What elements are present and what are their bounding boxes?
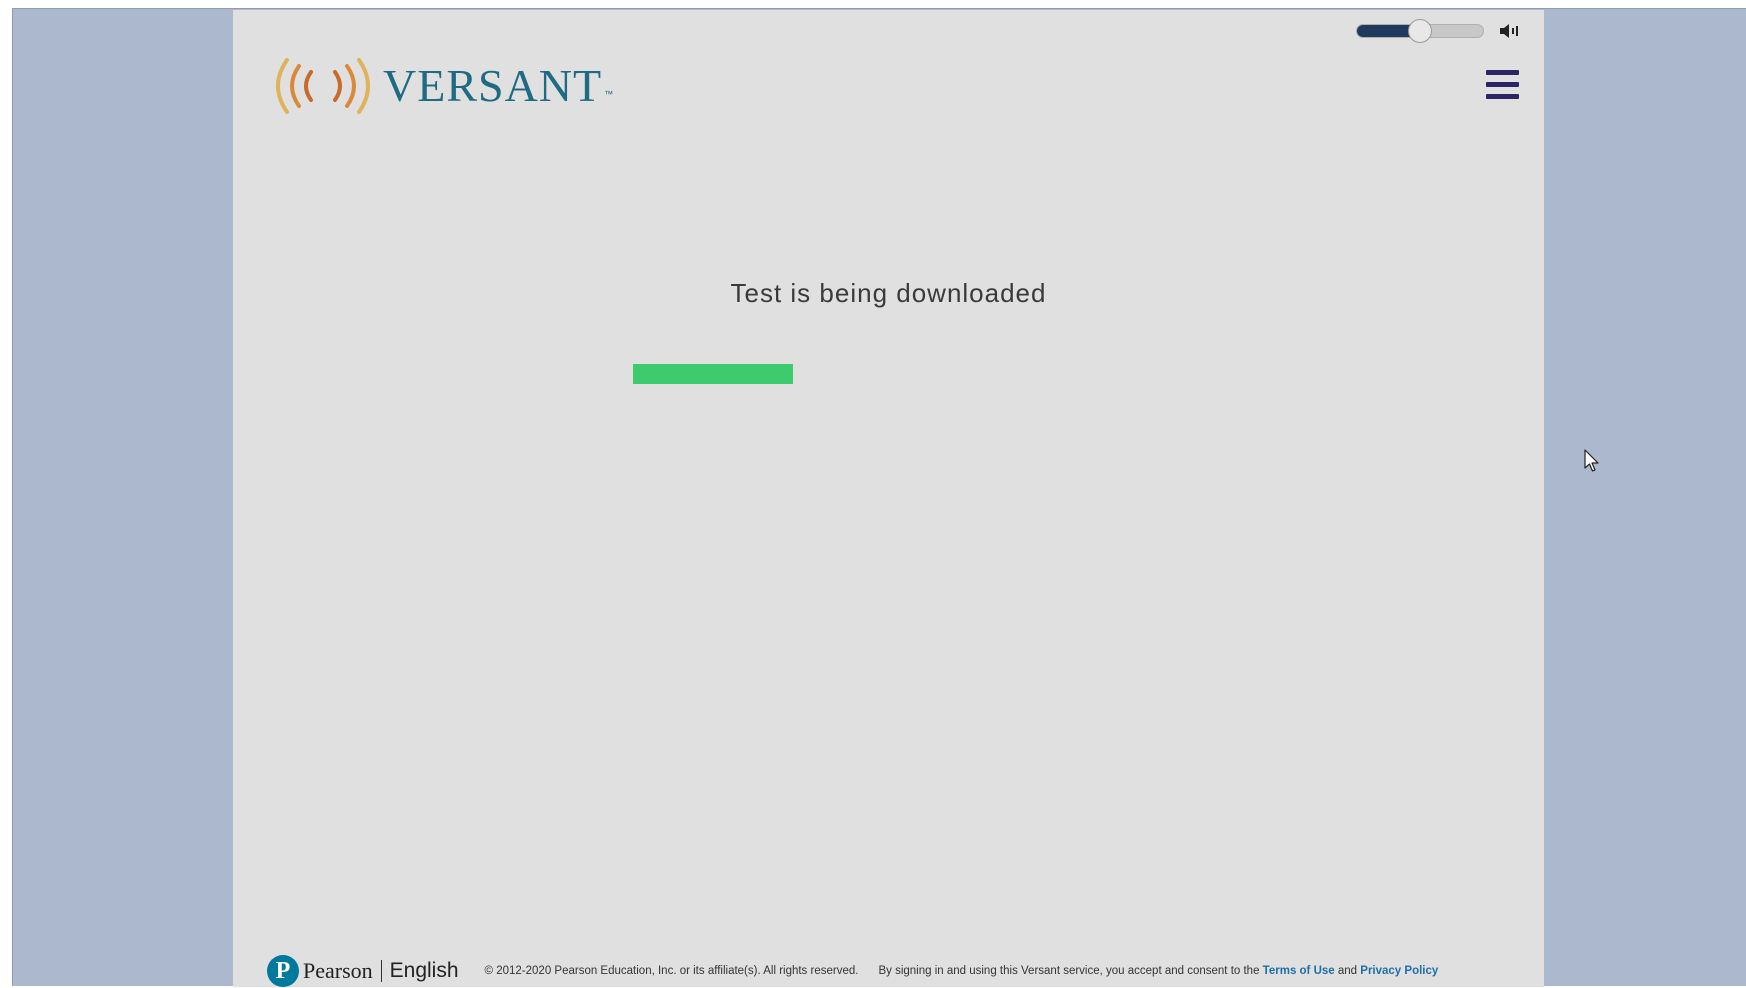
trademark-symbol: ™ bbox=[604, 89, 615, 99]
volume-slider-thumb[interactable] bbox=[1408, 19, 1432, 43]
download-progress-fill bbox=[633, 364, 793, 384]
logo-divider bbox=[380, 960, 382, 982]
pearson-p-icon: P bbox=[267, 955, 299, 987]
volume-slider[interactable] bbox=[1356, 19, 1484, 43]
mouse-pointer-icon bbox=[1584, 449, 1599, 472]
consent-and: and bbox=[1337, 965, 1358, 977]
consent-prefix: By signing in and using this Versant ser… bbox=[878, 965, 1260, 977]
privacy-policy-link[interactable]: Privacy Policy bbox=[1360, 965, 1438, 977]
volume-control bbox=[1356, 19, 1520, 43]
versant-app: VERSANT ™ Test is being downloaded P Pea… bbox=[233, 10, 1544, 987]
download-status-text: Test is being downloaded bbox=[730, 278, 1047, 308]
terms-of-use-link[interactable]: Terms of Use bbox=[1263, 965, 1335, 977]
pearson-english-label: English bbox=[389, 959, 459, 982]
browser-viewport: VERSANT ™ Test is being downloaded P Pea… bbox=[12, 8, 1746, 987]
sound-waves-logo-icon bbox=[276, 58, 370, 114]
hamburger-menu-icon[interactable] bbox=[1486, 70, 1520, 106]
pearson-name: Pearson bbox=[303, 958, 373, 983]
download-progress-bar bbox=[633, 364, 1133, 384]
copyright-text: © 2012-2020 Pearson Education, Inc. or i… bbox=[484, 965, 859, 977]
pearson-english-logo: P Pearson English bbox=[267, 955, 459, 987]
logo-wordmark: VERSANT ™ bbox=[383, 56, 613, 116]
footer: P Pearson English © 2012-2020 Pearson Ed… bbox=[267, 954, 1517, 988]
versant-logo: VERSANT ™ bbox=[273, 56, 613, 116]
consent-text: By signing in and using this Versant ser… bbox=[878, 965, 1438, 977]
speaker-icon[interactable] bbox=[1498, 22, 1520, 40]
